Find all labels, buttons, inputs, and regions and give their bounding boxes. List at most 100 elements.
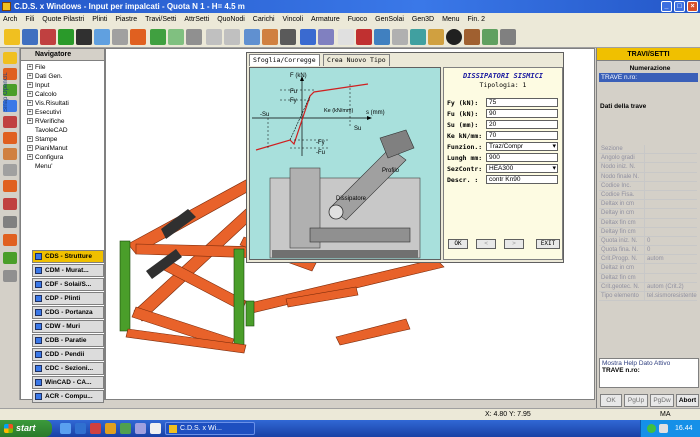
expand-icon[interactable]: +	[27, 100, 33, 107]
maximize-button[interactable]: □	[674, 1, 685, 12]
module-cds-strutture[interactable]: CDS - Strutture	[32, 250, 104, 263]
menu-quonodi[interactable]: QuoNodi	[214, 13, 248, 26]
ke-input[interactable]: 70	[486, 131, 558, 140]
restraint-icon[interactable]	[318, 29, 334, 45]
prop-row[interactable]: Deltax in cm	[599, 200, 697, 210]
pillar-icon[interactable]	[58, 29, 74, 45]
ok-button[interactable]: OK	[448, 239, 468, 249]
prop-row[interactable]: Quota fina. N. 0	[599, 246, 697, 256]
quicklaunch-media-icon[interactable]	[90, 423, 101, 434]
brace-tool-icon[interactable]	[3, 132, 17, 144]
sezcontr-select[interactable]: HEA300	[486, 164, 558, 173]
foundation-tool-icon[interactable]	[3, 180, 17, 192]
m2d-icon[interactable]	[206, 29, 222, 45]
menu-arch[interactable]: Arch	[0, 13, 20, 26]
zoom-icon[interactable]	[500, 29, 516, 45]
expand-icon[interactable]: +	[27, 73, 33, 80]
minimize-button[interactable]: _	[661, 1, 672, 12]
next-button[interactable]: >	[504, 239, 524, 249]
camera-icon[interactable]	[76, 29, 92, 45]
m3d-icon[interactable]	[224, 29, 240, 45]
expand-icon[interactable]: +	[27, 82, 33, 89]
nav-item-vis-risultati[interactable]: + Vis.Risultati	[27, 99, 104, 108]
menu-gen3d[interactable]: Gen3D	[409, 13, 437, 26]
menu-fin[interactable]: Fin. 2	[465, 13, 489, 26]
truss-tool-icon[interactable]	[3, 216, 17, 228]
trave-number-field[interactable]: TRAVE n.ro:	[599, 73, 698, 82]
prop-row[interactable]: Tipo elemento tel.sismoresistente	[599, 292, 697, 302]
module-cdp[interactable]: CDP - Plinti	[32, 292, 104, 305]
module-cdc[interactable]: CDC - Sezioni...	[32, 362, 104, 375]
dot-icon[interactable]	[446, 29, 462, 45]
save-icon[interactable]	[22, 29, 38, 45]
nav-item-rverifiche[interactable]: + RVerifiche	[27, 117, 104, 126]
menu-menu[interactable]: Menu	[439, 13, 463, 26]
erase-icon[interactable]	[356, 29, 372, 45]
pgup-button[interactable]: PgUp	[624, 394, 648, 407]
quicklaunch-app-icon[interactable]	[120, 423, 131, 434]
close-button[interactable]: ×	[687, 1, 698, 12]
wall-tool-icon[interactable]	[3, 164, 17, 176]
expand-icon[interactable]: +	[27, 154, 33, 161]
prev-button[interactable]: <	[476, 239, 496, 249]
prop-row[interactable]: Deltaz fin cm	[599, 273, 697, 283]
su-input[interactable]: 20	[486, 120, 558, 129]
taskbar-app-button[interactable]: C.D.S. x Wi...	[165, 422, 255, 435]
expand-icon[interactable]: +	[27, 64, 33, 71]
nav-item-input[interactable]: + Input	[27, 81, 104, 90]
prop-row[interactable]: Quota iniz. N. 0	[599, 236, 697, 247]
nav-item-tavolecad[interactable]: TavoleCAD	[27, 126, 104, 135]
expand-icon[interactable]: +	[27, 145, 33, 152]
tab-sfoglia-corregge[interactable]: Sfoglia/Corregge	[249, 54, 320, 66]
menu-vincoli[interactable]: Vincoli	[280, 13, 307, 26]
module-cdg[interactable]: CDG - Portanza	[32, 306, 104, 319]
lungh-input[interactable]: 900	[486, 153, 558, 162]
hammer-icon[interactable]	[464, 29, 480, 45]
module-acr[interactable]: ACR - Compu...	[32, 390, 104, 403]
menu-attrsetti[interactable]: AttrSetti	[181, 13, 212, 26]
abort-button[interactable]: Abort	[676, 394, 699, 407]
quicklaunch-chrome-icon[interactable]	[150, 423, 161, 434]
nav-item-menu[interactable]: Menu'	[27, 162, 104, 171]
funzion-select[interactable]: Traz/Compr	[486, 142, 558, 151]
tray-network-icon[interactable]	[647, 424, 656, 433]
menu-quote-pilastri[interactable]: Quote Pilastri	[39, 13, 87, 26]
section-icon[interactable]	[262, 29, 278, 45]
text-icon[interactable]	[338, 29, 354, 45]
wall-icon[interactable]	[280, 29, 296, 45]
pgdw-button[interactable]: PgDw	[650, 394, 674, 407]
fy-input[interactable]: 75	[486, 98, 558, 107]
quicklaunch-ie-icon[interactable]	[75, 423, 86, 434]
support-tool-icon[interactable]	[3, 252, 17, 264]
scale-tool-icon[interactable]	[3, 270, 17, 282]
menu-gensolai[interactable]: GenSolai	[372, 13, 407, 26]
prop-row[interactable]: Crit.geotec. N. autom (Crit.2)	[599, 282, 697, 292]
move-icon[interactable]	[428, 29, 444, 45]
quicklaunch-explorer-icon[interactable]	[60, 423, 71, 434]
prop-row[interactable]: Deltax fin cm	[599, 218, 697, 228]
menu-plinti[interactable]: Plinti	[89, 13, 110, 26]
nav-item-dati-gen[interactable]: + Dati Gen.	[27, 72, 104, 81]
start-button[interactable]: start	[0, 420, 52, 437]
module-cdm[interactable]: CDM - Murat...	[32, 264, 104, 277]
module-wincad[interactable]: WinCAD - CA...	[32, 376, 104, 389]
measure-icon[interactable]	[392, 29, 408, 45]
select-icon[interactable]	[374, 29, 390, 45]
prop-row[interactable]: Codice Inc.	[599, 181, 697, 191]
menu-armature[interactable]: Armature	[308, 13, 343, 26]
prop-row[interactable]: Nodo iniz. N.	[599, 163, 697, 173]
delete-tool-icon[interactable]	[3, 116, 17, 128]
expand-icon[interactable]: +	[27, 118, 33, 125]
load-icon[interactable]	[300, 29, 316, 45]
quicklaunch-folder-icon[interactable]	[105, 423, 116, 434]
nav-item-esecutivi[interactable]: + Esecutivi	[27, 108, 104, 117]
prop-row[interactable]: Crit.Progp. N. autom	[599, 255, 697, 265]
flag-tool-icon[interactable]	[3, 198, 17, 210]
nav-item-file[interactable]: + File	[27, 63, 104, 72]
menu-piastre[interactable]: Piastre	[112, 13, 140, 26]
prop-row[interactable]: Deltaz in cm	[599, 264, 697, 274]
ramp-tool-icon[interactable]	[3, 234, 17, 246]
nav-item-stampe[interactable]: + Stampe	[27, 135, 104, 144]
arrow-icon[interactable]	[482, 29, 498, 45]
menu-travi-setti[interactable]: Travi/Setti	[142, 13, 179, 26]
